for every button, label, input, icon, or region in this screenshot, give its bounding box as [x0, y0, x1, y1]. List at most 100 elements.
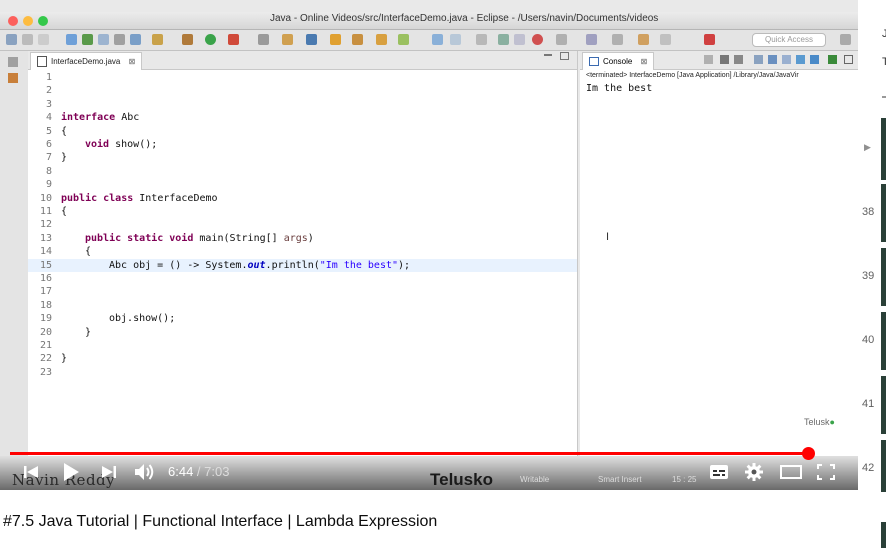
perspective-icon: [704, 34, 715, 45]
clear-console-icon[interactable]: [754, 55, 763, 64]
minimize-console-icon[interactable]: [844, 55, 853, 64]
code-line: 11{: [39, 206, 68, 217]
time-display: 6:44 / 7:03: [168, 464, 229, 479]
playlist-thumbnail[interactable]: [881, 376, 886, 434]
print-icon: [38, 34, 49, 45]
console-output: Im the best: [586, 83, 653, 94]
scroll-lock-icon[interactable]: [768, 55, 777, 64]
theater-mode-icon[interactable]: [780, 465, 802, 484]
code-line: 18: [39, 299, 52, 311]
stop-icon: [532, 34, 543, 45]
code-line: 10 public class InterfaceDemo: [39, 192, 218, 204]
left-trim-bar: [0, 51, 29, 456]
code-line: 5{: [45, 125, 68, 137]
code-area[interactable]: 1 2 3 4 interface Abc 5{ 6 void show(); 7}…: [28, 71, 577, 456]
close-tab-icon[interactable]: ⊠: [129, 57, 136, 66]
time-total: 7:03: [204, 464, 230, 479]
play-icon[interactable]: [62, 462, 80, 487]
volume-icon[interactable]: [134, 462, 156, 487]
open-type-icon: [130, 34, 141, 45]
code-line: 21: [39, 340, 52, 351]
remove-all-icon[interactable]: [734, 55, 743, 64]
code-line: 22}: [39, 353, 68, 365]
telusko-logo: Telusk●: [804, 417, 835, 427]
skip-next-icon[interactable]: [101, 464, 117, 485]
console-view[interactable]: Console ⊠ <terminated> InterfaceDemo [Ja…: [580, 51, 858, 456]
zoom-window-icon: [38, 16, 48, 26]
playlist-thumbnail[interactable]: [881, 248, 886, 306]
pin-console-icon[interactable]: [796, 55, 805, 64]
search-tool-icon: [258, 34, 269, 45]
fullscreen-icon[interactable]: [817, 464, 835, 485]
nav-forward-icon: [612, 34, 623, 45]
status-insert-mode: Smart Insert: [598, 475, 642, 484]
playlist-thumbnail[interactable]: [881, 118, 886, 180]
code-line: 7}: [45, 152, 68, 164]
console-tab-label: Console: [603, 57, 633, 66]
package-explorer-icon: [8, 73, 18, 83]
folder-icon: [330, 34, 341, 45]
playlist-index: 40: [862, 334, 875, 346]
code-line: 9: [45, 179, 52, 191]
code-line: 23: [39, 366, 52, 378]
display-console-icon[interactable]: [810, 55, 819, 64]
sidebar-top-letter: T: [882, 56, 886, 68]
minimize-icon[interactable]: [544, 54, 552, 56]
next-annotation-icon: [498, 34, 509, 45]
nav-icon: [586, 34, 597, 45]
playlist-thumbnail[interactable]: [881, 440, 886, 492]
remove-launch-icon[interactable]: [720, 55, 729, 64]
pen-icon: [398, 34, 409, 45]
subtitles-icon[interactable]: [709, 464, 729, 485]
time-current: 6:44: [168, 464, 194, 479]
status-writable: Writable: [520, 475, 550, 484]
skip-previous-icon[interactable]: [23, 464, 39, 485]
code-line: 16: [39, 273, 52, 284]
run-config-icon: [228, 34, 239, 45]
toggle-icon: [182, 34, 193, 45]
playlist-thumbnail[interactable]: [881, 184, 886, 242]
now-playing-icon: ▶: [864, 142, 871, 152]
code-line: 17: [39, 286, 52, 298]
forward-icon: [660, 34, 671, 45]
console-terminated-label: <terminated> InterfaceDemo [Java Applica…: [586, 72, 799, 79]
tasks-icon: [82, 34, 93, 45]
code-line: 12: [39, 219, 52, 231]
maximize-icon[interactable]: [560, 52, 569, 60]
editor-tab[interactable]: InterfaceDemo.java ⊠: [30, 52, 143, 70]
terminate-icon[interactable]: [704, 55, 713, 64]
code-line: 8: [45, 165, 52, 177]
text-cursor-icon: I: [606, 231, 610, 243]
settings-gear-icon[interactable]: [745, 463, 763, 486]
open-console-icon[interactable]: [828, 55, 837, 64]
playlist-thumbnail[interactable]: [881, 522, 886, 548]
word-wrap-icon[interactable]: [782, 55, 791, 64]
eclipse-toolbar: Quick Access: [0, 30, 858, 51]
search-icon: [114, 34, 125, 45]
save-icon: [22, 34, 33, 45]
close-console-icon[interactable]: ⊠: [641, 57, 648, 66]
console-tab[interactable]: Console ⊠: [582, 52, 655, 70]
video-player[interactable]: Java - Online Videos/src/InterfaceDemo.j…: [0, 0, 858, 490]
console-tab-bar: Console ⊠: [580, 51, 858, 70]
code-line: 1: [45, 72, 52, 83]
playlist-index: 41: [862, 398, 875, 410]
toggle-mark-icon: [432, 34, 443, 45]
code-line: 3: [45, 98, 52, 110]
code-editor[interactable]: InterfaceDemo.java ⊠ 1 2 3 4 interface Ab…: [28, 51, 578, 456]
external-tools-icon: [282, 34, 293, 45]
quick-access-input[interactable]: Quick Access: [752, 33, 826, 47]
pin-icon: [376, 34, 387, 45]
history-icon: [556, 34, 567, 45]
video-title: #7.5 Java Tutorial | Functional Interfac…: [3, 513, 438, 530]
build-icon: [66, 34, 77, 45]
playlist-thumbnail[interactable]: [881, 312, 886, 370]
progress-played: [10, 452, 809, 455]
status-position: 15 : 25: [672, 475, 697, 484]
sidebar-divider: [882, 96, 886, 98]
console-icon: [589, 57, 599, 67]
editor-tab-bar: InterfaceDemo.java ⊠: [28, 51, 577, 70]
prev-annotation-icon: [514, 34, 525, 45]
run-icon: [205, 34, 216, 45]
status-bar: Navin Reddy Telusko Writable Smart Inser…: [0, 456, 858, 490]
